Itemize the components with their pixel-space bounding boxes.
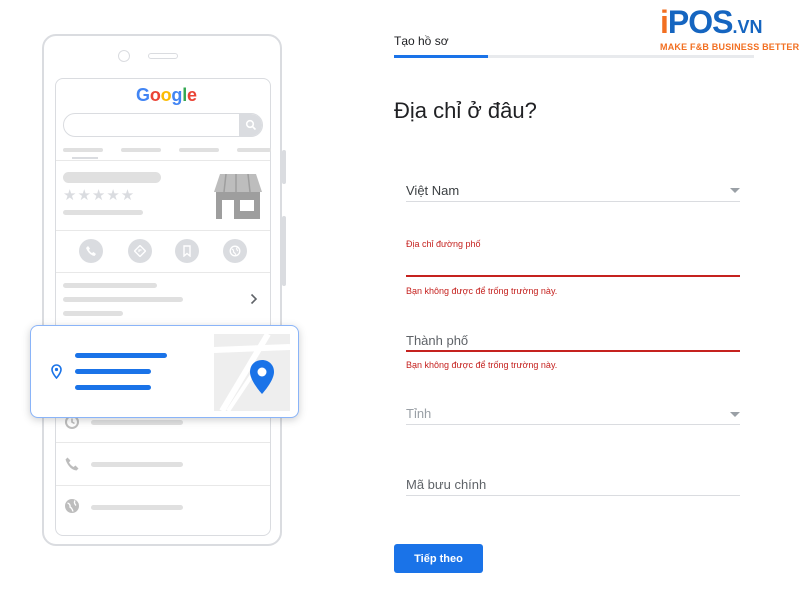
- phone-side-button: [282, 150, 286, 184]
- progress-bar: [394, 55, 488, 58]
- page-title: Địa chỉ ở đâu?: [394, 98, 537, 123]
- postal-code-placeholder: Mã bưu chính: [406, 477, 487, 492]
- google-letter: e: [187, 85, 197, 105]
- field-underline-error: [406, 275, 740, 277]
- rating-stars-icon: ★★★★★: [63, 187, 136, 204]
- postal-code-field[interactable]: Mã bưu chính: [406, 470, 740, 496]
- google-wordmark: Google: [136, 85, 197, 106]
- call-icon: [79, 239, 103, 263]
- illustration-search-bar: [63, 113, 263, 137]
- street-address-error: Bạn không được để trống trường này.: [406, 286, 558, 296]
- logo-pos: POS: [667, 4, 734, 40]
- ipos-logo: iPOS.VN: [660, 4, 762, 41]
- globe-icon: [64, 498, 80, 519]
- address-line: [75, 385, 151, 390]
- address-line: [75, 369, 151, 374]
- logo-vn: .VN: [732, 17, 763, 37]
- divider: [56, 485, 270, 486]
- step-label: Tạo hồ sơ: [394, 34, 449, 48]
- field-underline: [406, 201, 740, 202]
- next-button[interactable]: Tiếp theo: [394, 544, 483, 573]
- phone-speaker: [148, 53, 178, 59]
- storefront-icon: [214, 173, 262, 225]
- location-pin-icon: [51, 364, 62, 384]
- field-underline: [406, 495, 740, 496]
- illustration-tab-indicator: [72, 157, 98, 159]
- illustration-text-bar: [63, 210, 143, 215]
- illustration-text-bar: [63, 283, 157, 288]
- illustration-text-bar: [91, 505, 183, 510]
- street-address-label: Địa chỉ đường phố: [406, 239, 481, 249]
- divider: [56, 230, 270, 231]
- divider: [56, 442, 270, 443]
- field-underline: [406, 424, 740, 425]
- logo-tagline: MAKE F&B BUSINESS BETTER: [660, 42, 800, 52]
- illustration-text-bar: [63, 311, 123, 316]
- chevron-down-icon: [730, 412, 740, 417]
- bookmark-icon: [175, 239, 199, 263]
- globe-icon: [223, 239, 247, 263]
- phone-icon: [64, 456, 80, 477]
- province-placeholder: Tỉnh: [406, 406, 432, 421]
- phone-side-button: [282, 216, 286, 286]
- phone-camera: [118, 50, 130, 62]
- province-select[interactable]: Tỉnh: [406, 399, 740, 425]
- chevron-down-icon: [730, 188, 740, 193]
- illustration-text-bar: [63, 297, 183, 302]
- country-select[interactable]: Việt Nam: [406, 176, 740, 202]
- chevron-right-icon: [250, 292, 258, 310]
- google-letter: o: [160, 85, 172, 105]
- directions-icon: [128, 239, 152, 263]
- city-field[interactable]: Thành phố: [406, 326, 740, 352]
- divider: [56, 272, 270, 273]
- field-underline-error: [406, 350, 740, 352]
- google-letter: o: [149, 85, 161, 105]
- google-letter: g: [171, 85, 183, 105]
- illustration-tab: [237, 148, 271, 152]
- illustration-text-bar: [91, 462, 183, 467]
- illustration-tab: [63, 148, 103, 152]
- city-placeholder: Thành phố: [406, 333, 469, 348]
- illustration-tab: [179, 148, 219, 152]
- illustration-tab: [121, 148, 161, 152]
- phone-screen: [55, 78, 271, 536]
- country-select-value: Việt Nam: [406, 183, 460, 198]
- street-address-field[interactable]: Địa chỉ đường phố: [406, 238, 740, 278]
- illustration-title-bar: [63, 172, 161, 183]
- logo-i: i: [660, 4, 669, 40]
- address-line: [75, 353, 167, 358]
- divider: [56, 160, 270, 161]
- city-error: Bạn không được để trống trường này.: [406, 360, 558, 370]
- illustration-text-bar: [91, 420, 183, 425]
- map-thumbnail: [213, 332, 291, 416]
- google-letter: G: [136, 85, 150, 105]
- search-icon: [239, 114, 262, 136]
